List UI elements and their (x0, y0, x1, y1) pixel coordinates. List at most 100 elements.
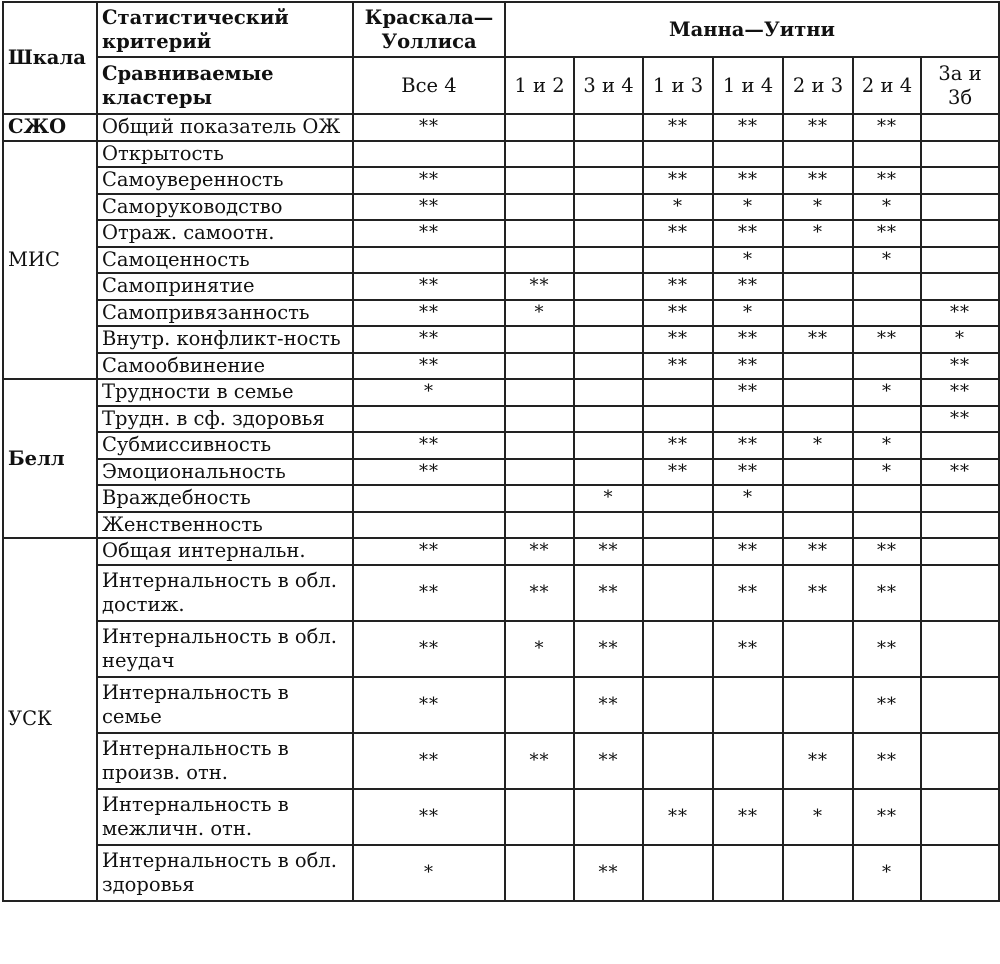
comparison-label: 3 и 4 (583, 73, 634, 97)
significance-cell (504, 139, 575, 168)
significance-cell: * (504, 619, 575, 678)
significance-cell (573, 510, 644, 539)
indicator-name-cell: Женственность (96, 510, 354, 539)
table-body: Шкала Статистический критерий Краскала—У… (2, 1, 1000, 902)
significance-cell: ** (852, 325, 922, 354)
comparison-header: 3а и 3б (919, 56, 1000, 115)
header-row-2: Сравниваемые кластеры Все 4 1 и 2 3 и 4 … (3, 56, 1000, 115)
significance-mark: ** (877, 805, 897, 827)
comparison-header: 1 и 3 (642, 56, 714, 115)
significance-cell (919, 245, 1000, 274)
comparison-header: 3 и 4 (573, 56, 644, 115)
comparison-header: 2 и 4 (852, 56, 922, 115)
significance-cell: ** (782, 113, 854, 142)
indicator-name-cell: Интернальность в семье (96, 675, 354, 734)
significance-mark: * (534, 301, 545, 323)
table-row: Враждебность * * (3, 484, 1000, 513)
significance-cell (782, 510, 854, 539)
significance-mark: ** (529, 275, 550, 297)
significance-mark: ** (738, 222, 758, 244)
significance-mark: ** (877, 637, 897, 659)
significance-cell (852, 351, 922, 380)
table-row: Интернальность в произв. отн. ** ** ** ** ** (3, 731, 1000, 790)
significance-cell: ** (919, 378, 1000, 407)
significance-cell (573, 787, 644, 846)
significance-mark: ** (668, 460, 688, 482)
scale-group-cell: СЖО (2, 113, 98, 142)
significance-mark: ** (419, 301, 439, 323)
indicator-name-cell: Субмиссивность (96, 431, 354, 460)
significance-cell: ** (573, 619, 644, 678)
significance-mark: ** (598, 540, 619, 562)
significance-cell: ** (782, 537, 854, 566)
significance-cell: ** (642, 166, 714, 195)
significance-cell (504, 245, 575, 274)
significance-cell: ** (712, 351, 784, 380)
significance-cell: ** (642, 219, 714, 248)
significance-mark: ** (529, 540, 550, 562)
significance-cell (712, 404, 784, 433)
scale-group-cell: УСК (2, 537, 98, 902)
significance-mark: ** (738, 434, 758, 456)
table-row: Самоценность * * (3, 245, 1000, 274)
significance-cell: * (504, 298, 575, 327)
significance-cell (352, 404, 506, 433)
comparison-label: 1 и 4 (722, 73, 774, 97)
significance-cell: ** (352, 325, 506, 354)
significance-cell (642, 139, 714, 168)
significance-cell (919, 787, 1000, 846)
significance-cell (642, 619, 714, 678)
comparison-header: 1 и 2 (504, 56, 575, 115)
significance-cell: ** (504, 563, 575, 622)
significance-mark: ** (877, 749, 897, 771)
significance-mark: * (882, 861, 892, 883)
significance-mark: ** (668, 301, 688, 323)
significance-cell (919, 731, 1000, 790)
significance-mark: ** (808, 169, 828, 191)
significance-cell (919, 166, 1000, 195)
significance-cell: ** (352, 457, 506, 486)
significance-mark: ** (419, 460, 439, 482)
significance-cell (573, 192, 644, 221)
significance-cell: ** (782, 166, 854, 195)
significance-cell: ** (852, 563, 922, 622)
significance-cell (504, 510, 575, 539)
significance-cell (782, 245, 854, 274)
significance-cell (919, 675, 1000, 734)
significance-mark: ** (419, 637, 439, 659)
significance-cell: ** (352, 731, 506, 790)
significance-mark: ** (598, 861, 619, 883)
significance-cell (642, 537, 714, 566)
significance-mark: ** (738, 169, 758, 191)
table-row: Самопривязанность ** * ** * ** (3, 298, 1000, 327)
significance-mark: * (813, 434, 823, 456)
significance-cell (352, 245, 506, 274)
significance-mark: ** (419, 434, 439, 456)
indicator-name: Эмоциональность (102, 459, 286, 483)
indicator-name: Общая интернальн. (102, 539, 306, 563)
comparison-label: 2 и 4 (861, 73, 913, 97)
criterion-header: Статистический критерий (96, 1, 354, 58)
significance-cell: * (852, 192, 922, 221)
significance-cell: * (852, 431, 922, 460)
significance-mark: ** (529, 581, 550, 603)
indicator-name: Самопривязанность (102, 300, 310, 324)
significance-mark: * (743, 195, 753, 217)
significance-cell: ** (852, 619, 922, 678)
indicator-name: Саморуководство (102, 194, 283, 218)
significance-cell: ** (852, 787, 922, 846)
significance-mark: * (882, 434, 892, 456)
significance-mark: ** (419, 581, 439, 603)
comparison-label: 1 и 3 (652, 73, 704, 97)
significance-cell: * (573, 484, 644, 513)
significance-cell (642, 563, 714, 622)
significance-mark: ** (877, 116, 897, 138)
significance-cell: ** (852, 537, 922, 566)
significance-cell: ** (712, 787, 784, 846)
significance-cell: * (712, 484, 784, 513)
table-row: Интернальность в обл. достиж. ** ** ** ** ** *… (3, 563, 1000, 622)
mann-header-label: Манна—Уитни (669, 17, 836, 41)
clusters-header: Сравниваемые кластеры (96, 56, 354, 115)
significance-cell (712, 139, 784, 168)
significance-mark: ** (668, 116, 688, 138)
